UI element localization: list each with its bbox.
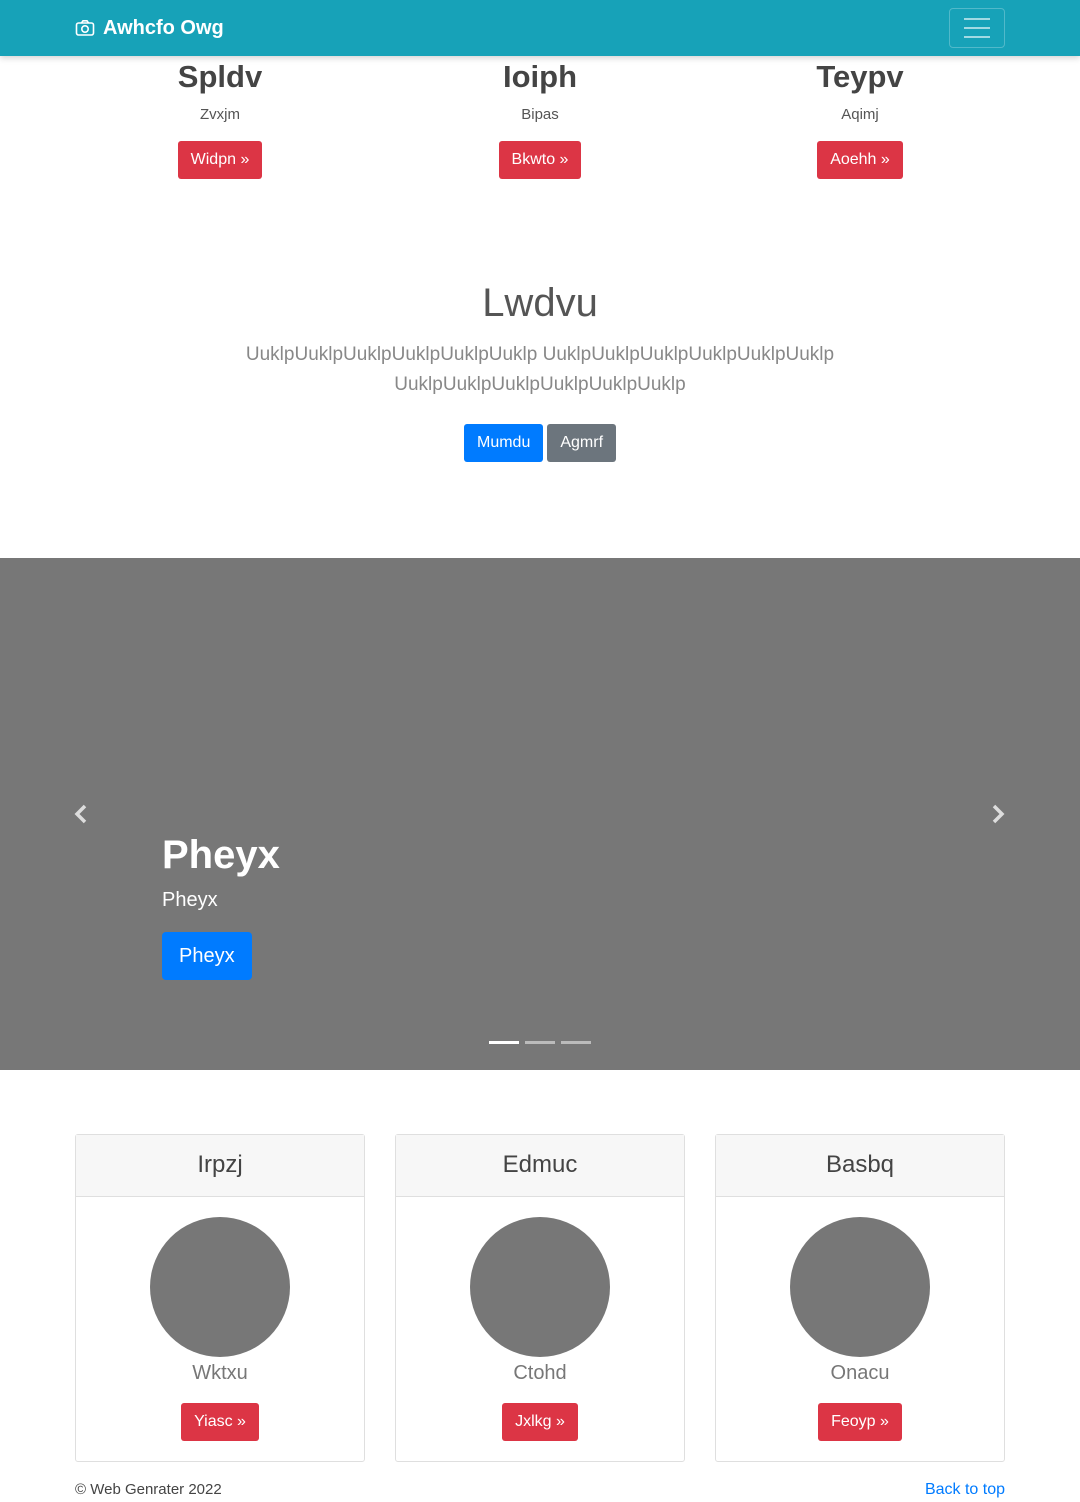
intro-heading: Lwdvu <box>482 281 598 325</box>
feature-button[interactable]: Widpn » <box>177 141 263 179</box>
profile-card: Basbq Onacu Feoyp » <box>715 1134 1005 1462</box>
navbar: Awhcfo Owg <box>0 0 1080 56</box>
intro-buttons: Mumdu Agmrf <box>0 424 1080 462</box>
feature-subtitle: Aqimj <box>841 106 879 123</box>
feature-title: Teypv <box>816 59 904 94</box>
carousel-caption-text: Pheyx <box>162 889 218 911</box>
secondary-button[interactable]: Agmrf <box>547 424 617 462</box>
feature-title: Ioiph <box>502 59 578 94</box>
chevron-left-icon <box>74 804 87 824</box>
card-header: Irpzj <box>76 1135 364 1197</box>
feature-column: Spldv Zvxjm Widpn » <box>70 58 370 179</box>
profile-card: Irpzj Wktxu Yiasc » <box>75 1134 365 1462</box>
navbar-toggler-button[interactable] <box>949 8 1005 48</box>
card-button[interactable]: Feoyp » <box>818 1403 902 1441</box>
primary-button[interactable]: Mumdu <box>463 424 544 462</box>
carousel-caption-title: Pheyx <box>162 833 280 877</box>
carousel-indicator[interactable] <box>489 1041 519 1044</box>
brand-link[interactable]: Awhcfo Owg <box>75 0 224 56</box>
card-body: Onacu Feoyp » <box>716 1217 1004 1441</box>
feature-column: Teypv Aqimj Aoehh » <box>710 58 1010 179</box>
avatar <box>470 1217 610 1357</box>
back-to-top-link[interactable]: Back to top <box>925 1480 1005 1500</box>
card-header: Edmuc <box>396 1135 684 1197</box>
chevron-right-icon <box>992 804 1005 824</box>
card-name: Ctohd <box>513 1362 567 1384</box>
carousel-indicators <box>489 1041 591 1044</box>
feature-button[interactable]: Bkwto » <box>498 141 582 179</box>
carousel-indicator[interactable] <box>561 1041 591 1044</box>
carousel: Pheyx Pheyx Pheyx <box>0 558 1080 1070</box>
footer-copyright: © Web Genrater 2022 <box>75 1481 222 1498</box>
avatar <box>150 1217 290 1357</box>
intro-section: Lwdvu UuklpUuklpUuklpUuklpUuklpUuklp Uuk… <box>0 280 1080 462</box>
hamburger-icon <box>964 18 990 20</box>
brand-text: Awhcfo Owg <box>103 16 224 39</box>
card-body: Wktxu Yiasc » <box>76 1217 364 1441</box>
feature-title: Spldv <box>177 59 263 94</box>
feature-subtitle: Zvxjm <box>200 106 240 123</box>
carousel-caption-button[interactable]: Pheyx <box>162 932 252 980</box>
feature-column: Ioiph Bipas Bkwto » <box>390 58 690 179</box>
avatar <box>790 1217 930 1357</box>
carousel-next-button[interactable] <box>983 798 1013 830</box>
card-body: Ctohd Jxlkg » <box>396 1217 684 1441</box>
card-button[interactable]: Yiasc » <box>181 1403 259 1441</box>
card-name: Onacu <box>830 1362 890 1384</box>
profile-card: Edmuc Ctohd Jxlkg » <box>395 1134 685 1462</box>
card-name: Wktxu <box>192 1362 248 1384</box>
carousel-prev-button[interactable] <box>66 798 96 830</box>
card-header: Basbq <box>716 1135 1004 1197</box>
camera-icon <box>75 20 95 36</box>
carousel-caption: Pheyx Pheyx Pheyx <box>162 830 280 980</box>
feature-button[interactable]: Aoehh » <box>817 141 903 179</box>
intro-text: UuklpUuklpUuklpUuklpUuklpUuklp UuklpUukl… <box>245 344 835 395</box>
carousel-indicator[interactable] <box>525 1041 555 1044</box>
card-button[interactable]: Jxlkg » <box>502 1403 578 1441</box>
feature-subtitle: Bipas <box>521 106 559 123</box>
